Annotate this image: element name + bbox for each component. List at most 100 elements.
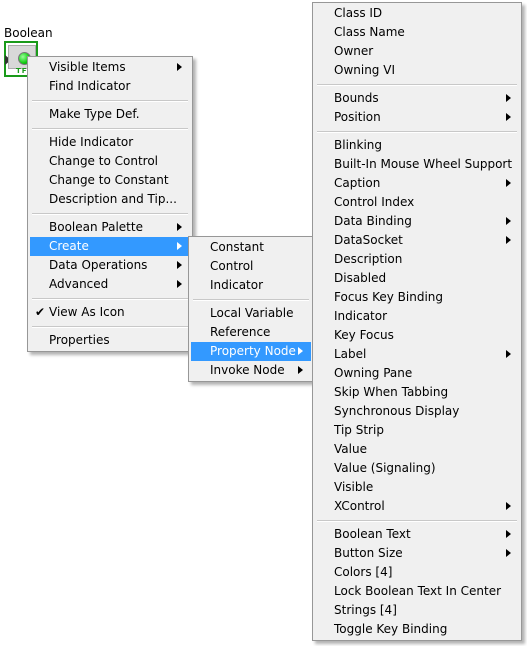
- menu-item-tip-strip[interactable]: Tip Strip: [315, 421, 519, 440]
- menu-item-label: Value: [334, 442, 367, 456]
- menu-item-label: Class ID: [334, 6, 383, 20]
- menu-item-focus-key-binding[interactable]: Focus Key Binding: [315, 288, 519, 307]
- menu-item-find-indicator[interactable]: Find Indicator: [30, 77, 190, 96]
- menu-item-label: Owning VI: [334, 63, 395, 77]
- menu-item-label: Properties: [49, 333, 110, 347]
- menu-item-label: Data Binding: [334, 214, 412, 228]
- menu-item-label: Owning Pane: [334, 366, 413, 380]
- menu-item-datasocket[interactable]: DataSocket: [315, 231, 519, 250]
- menu-item-position[interactable]: Position: [315, 108, 519, 127]
- boolean-label: Boolean: [4, 26, 53, 40]
- menu-item-description-and-tip[interactable]: Description and Tip...: [30, 190, 190, 209]
- menu-item-constant[interactable]: Constant: [191, 238, 311, 257]
- menu-item-lock-boolean-text-in-center[interactable]: Lock Boolean Text In Center: [315, 582, 519, 601]
- menu-item-label: Visible Items: [49, 60, 126, 74]
- menu-item-bounds[interactable]: Bounds: [315, 89, 519, 108]
- submenu-arrow-icon: [506, 179, 511, 187]
- create-submenu: Constant Control Indicator Local Variable Re…: [188, 236, 314, 382]
- menu-item-caption[interactable]: Caption: [315, 174, 519, 193]
- terminal-type: TF: [16, 67, 28, 75]
- menu-separator: [191, 295, 311, 304]
- submenu-arrow-icon: [177, 280, 182, 288]
- submenu-arrow-icon: [298, 347, 303, 355]
- menu-item-property-node[interactable]: Property Node: [191, 342, 311, 361]
- menu-item-indicator[interactable]: Indicator: [315, 307, 519, 326]
- menu-item-data-binding[interactable]: Data Binding: [315, 212, 519, 231]
- menu-item-visible[interactable]: Visible: [315, 478, 519, 497]
- menu-item-owning-vi[interactable]: Owning VI: [315, 61, 519, 80]
- menu-separator: [315, 516, 519, 525]
- menu-item-strings-4[interactable]: Strings [4]: [315, 601, 519, 620]
- context-menu: Visible Items Find Indicator Make Type Def…: [27, 56, 193, 352]
- menu-item-label: Change to Constant: [49, 173, 169, 187]
- menu-item-data-operations[interactable]: Data Operations: [30, 256, 190, 275]
- menu-separator: [30, 322, 190, 331]
- menu-item-label: Synchronous Display: [334, 404, 460, 418]
- menu-item-hide-indicator[interactable]: Hide Indicator: [30, 133, 190, 152]
- menu-item-label: Button Size: [334, 546, 403, 560]
- menu-item-control-index[interactable]: Control Index: [315, 193, 519, 212]
- menu-item-blinking[interactable]: Blinking: [315, 136, 519, 155]
- submenu-arrow-icon: [506, 94, 511, 102]
- menu-item-local-variable[interactable]: Local Variable: [191, 304, 311, 323]
- menu-item-button-size[interactable]: Button Size: [315, 544, 519, 563]
- menu-item-properties[interactable]: Properties: [30, 331, 190, 350]
- menu-item-label: Disabled: [334, 271, 387, 285]
- menu-item-label: DataSocket: [334, 233, 403, 247]
- menu-item-colors-4[interactable]: Colors [4]: [315, 563, 519, 582]
- menu-item-owning-pane[interactable]: Owning Pane: [315, 364, 519, 383]
- menu-item-label: Bounds: [334, 91, 379, 105]
- menu-item-control[interactable]: Control: [191, 257, 311, 276]
- menu-item-label: Description and Tip...: [49, 192, 177, 206]
- menu-item-boolean-text[interactable]: Boolean Text: [315, 525, 519, 544]
- menu-item-advanced[interactable]: Advanced: [30, 275, 190, 294]
- menu-item-label: Label: [334, 347, 367, 361]
- menu-item-label: Reference: [210, 325, 271, 339]
- menu-item-xcontrol[interactable]: XControl: [315, 497, 519, 516]
- menu-item-label: XControl: [334, 499, 385, 513]
- menu-item-label[interactable]: Label: [315, 345, 519, 364]
- checkmark-icon: ✔: [35, 305, 46, 319]
- menu-item-description[interactable]: Description: [315, 250, 519, 269]
- menu-item-label: Create: [49, 239, 89, 253]
- menu-item-make-type-def[interactable]: Make Type Def.: [30, 105, 190, 124]
- menu-item-label: Invoke Node: [210, 363, 285, 377]
- menu-item-reference[interactable]: Reference: [191, 323, 311, 342]
- menu-item-label: Focus Key Binding: [334, 290, 444, 304]
- menu-item-class-name[interactable]: Class Name: [315, 23, 519, 42]
- submenu-arrow-icon: [177, 242, 182, 250]
- menu-item-view-as-icon[interactable]: ✔ View As Icon: [30, 303, 190, 322]
- menu-item-label: Constant: [210, 240, 264, 254]
- menu-item-skip-when-tabbing[interactable]: Skip When Tabbing: [315, 383, 519, 402]
- menu-item-label: Owner: [334, 44, 374, 58]
- submenu-arrow-icon: [177, 261, 182, 269]
- menu-item-change-to-control[interactable]: Change to Control: [30, 152, 190, 171]
- submenu-arrow-icon: [298, 366, 303, 374]
- menu-item-label: Change to Control: [49, 154, 158, 168]
- menu-item-synchronous-display[interactable]: Synchronous Display: [315, 402, 519, 421]
- menu-item-toggle-key-binding[interactable]: Toggle Key Binding: [315, 620, 519, 639]
- menu-item-label: Hide Indicator: [49, 135, 134, 149]
- menu-item-invoke-node[interactable]: Invoke Node: [191, 361, 311, 380]
- menu-item-key-focus[interactable]: Key Focus: [315, 326, 519, 345]
- menu-item-visible-items[interactable]: Visible Items: [30, 58, 190, 77]
- menu-item-value[interactable]: Value: [315, 440, 519, 459]
- menu-item-label: Value (Signaling): [334, 461, 436, 475]
- submenu-arrow-icon: [177, 223, 182, 231]
- menu-separator: [30, 124, 190, 133]
- menu-item-create[interactable]: Create: [30, 237, 190, 256]
- menu-item-change-to-constant[interactable]: Change to Constant: [30, 171, 190, 190]
- menu-item-value-signaling[interactable]: Value (Signaling): [315, 459, 519, 478]
- menu-item-label: Built-In Mouse Wheel Support: [334, 157, 513, 171]
- menu-item-indicator[interactable]: Indicator: [191, 276, 311, 295]
- menu-item-built-in-mouse-wheel-support[interactable]: Built-In Mouse Wheel Support: [315, 155, 519, 174]
- menu-item-label: Control: [210, 259, 254, 273]
- menu-item-disabled[interactable]: Disabled: [315, 269, 519, 288]
- menu-item-label: Control Index: [334, 195, 415, 209]
- menu-item-class-id[interactable]: Class ID: [315, 4, 519, 23]
- menu-item-label: Toggle Key Binding: [334, 622, 448, 636]
- menu-item-owner[interactable]: Owner: [315, 42, 519, 61]
- menu-item-boolean-palette[interactable]: Boolean Palette: [30, 218, 190, 237]
- menu-separator: [30, 209, 190, 218]
- menu-item-label: Local Variable: [210, 306, 294, 320]
